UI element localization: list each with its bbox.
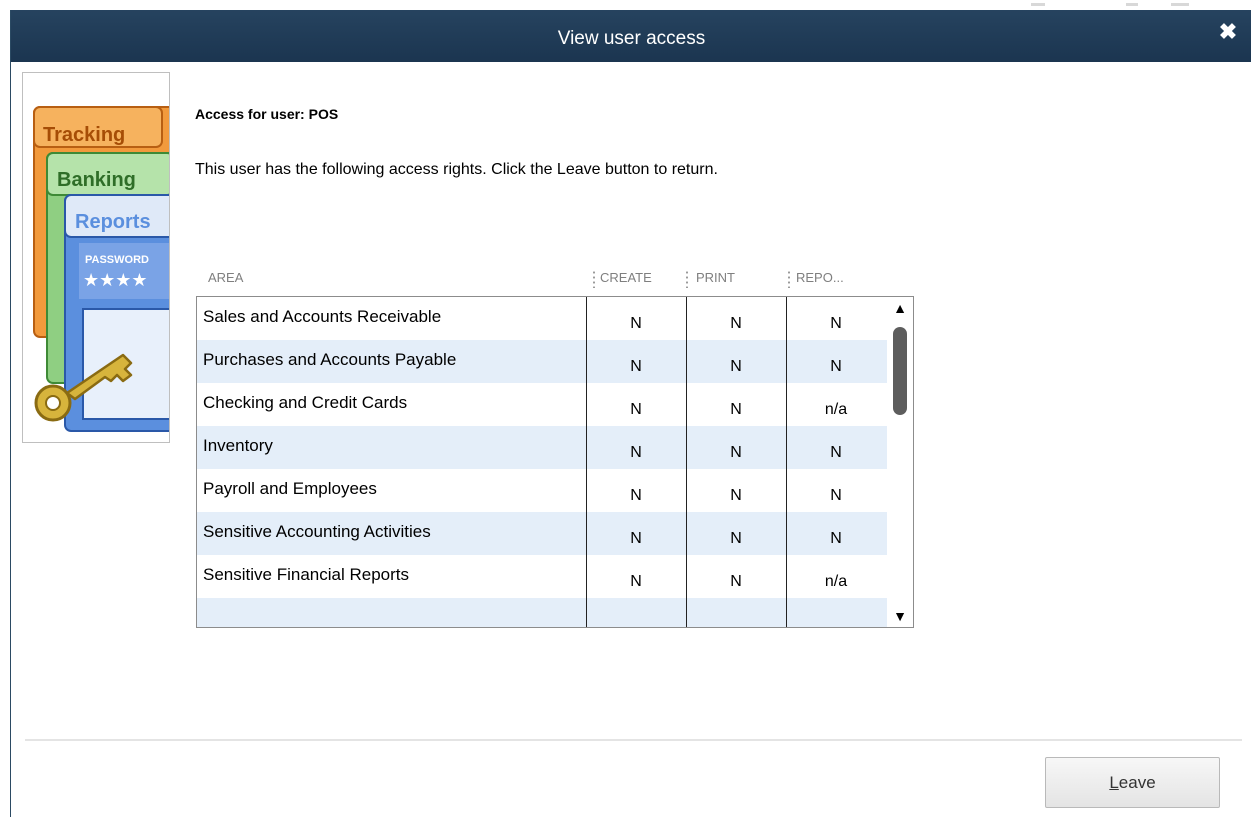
background-mark xyxy=(1031,3,1045,6)
background-window-controls xyxy=(1031,0,1231,10)
leave-mnemonic: L xyxy=(1109,773,1119,792)
print-cell: N xyxy=(730,530,742,547)
table-row-empty[interactable] xyxy=(197,598,887,627)
column-header-area[interactable]: AREA xyxy=(208,260,243,296)
table-row[interactable]: Checking and Credit Cards N N n/a xyxy=(197,383,887,426)
print-cell: N xyxy=(730,573,742,590)
password-label: PASSWORD xyxy=(85,254,149,266)
grid-header: AREA CREATE PRINT REPO... xyxy=(196,260,886,296)
column-divider xyxy=(586,297,587,627)
reports-cell: N xyxy=(830,487,842,504)
grid-scrollbar[interactable]: ▲ ▼ xyxy=(887,297,913,627)
column-header-print[interactable]: PRINT xyxy=(696,260,735,296)
reports-cell: N xyxy=(830,315,842,332)
print-cell: N xyxy=(730,401,742,418)
area-cell: Sensitive Financial Reports xyxy=(203,565,409,584)
area-cell: Payroll and Employees xyxy=(203,479,377,498)
access-description: This user has the following access right… xyxy=(195,161,718,178)
area-cell: Purchases and Accounts Payable xyxy=(203,350,457,369)
table-row[interactable]: Inventory N N N xyxy=(197,426,887,469)
reports-tab-label: Reports xyxy=(75,211,151,233)
print-cell: N xyxy=(730,315,742,332)
column-separator[interactable] xyxy=(686,270,688,288)
illustration-graphic: Tracking Banking Reports PASSWORD ★★★★ xyxy=(33,106,169,432)
access-rights-grid: Sales and Accounts Receivable N N N Purc… xyxy=(196,296,914,628)
scroll-thumb[interactable] xyxy=(893,327,907,415)
close-icon[interactable]: ✖ xyxy=(1218,21,1238,43)
column-header-reports[interactable]: REPO... xyxy=(796,260,844,296)
leave-button[interactable]: Leave xyxy=(1045,757,1220,808)
table-row[interactable]: Sensitive Accounting Activities N N N xyxy=(197,512,887,555)
view-user-access-dialog: View user access ✖ Tracking Banking Repo… xyxy=(10,10,1251,817)
table-row[interactable]: Sales and Accounts Receivable N N N xyxy=(197,297,887,340)
area-cell: Sensitive Accounting Activities xyxy=(203,522,431,541)
area-cell: Sales and Accounts Receivable xyxy=(203,307,442,326)
column-separator[interactable] xyxy=(593,270,595,288)
background-strip xyxy=(0,0,1251,10)
print-cell: N xyxy=(730,444,742,461)
print-cell: N xyxy=(730,358,742,375)
scroll-down-arrow-icon[interactable]: ▼ xyxy=(887,605,913,627)
create-cell: N xyxy=(630,401,642,418)
column-separator[interactable] xyxy=(788,270,790,288)
table-row[interactable]: Purchases and Accounts Payable N N N xyxy=(197,340,887,383)
background-mark xyxy=(1171,3,1189,6)
create-cell: N xyxy=(630,530,642,547)
reports-cell: N xyxy=(830,444,842,461)
create-cell: N xyxy=(630,358,642,375)
reports-cell: N xyxy=(830,358,842,375)
create-cell: N xyxy=(630,487,642,504)
area-cell: Checking and Credit Cards xyxy=(203,393,408,412)
password-stars: ★★★★ xyxy=(83,270,148,291)
reports-cell: N xyxy=(830,530,842,547)
scroll-up-arrow-icon[interactable]: ▲ xyxy=(887,297,913,319)
dialog-title: View user access xyxy=(557,28,706,49)
table-row[interactable]: Payroll and Employees N N N xyxy=(197,469,887,512)
create-cell: N xyxy=(630,573,642,590)
column-divider xyxy=(686,297,687,627)
leave-label: eave xyxy=(1118,773,1156,792)
print-cell: N xyxy=(730,487,742,504)
banking-tab-label: Banking xyxy=(57,169,136,191)
reports-cell: n/a xyxy=(824,401,848,418)
create-cell: N xyxy=(630,444,642,461)
footer-divider xyxy=(25,739,1242,741)
column-divider xyxy=(786,297,787,627)
tracking-tab-label: Tracking xyxy=(43,124,125,146)
access-for-user-heading: Access for user: POS xyxy=(195,106,339,122)
area-cell: Inventory xyxy=(203,436,273,455)
column-header-create[interactable]: CREATE xyxy=(600,260,652,296)
reports-cell: n/a xyxy=(824,573,848,590)
user-access-illustration: Tracking Banking Reports PASSWORD ★★★★ xyxy=(22,72,170,443)
title-bar: View user access ✖ xyxy=(11,10,1251,62)
table-row[interactable]: Sensitive Financial Reports N N n/a xyxy=(197,555,887,598)
background-mark xyxy=(1126,3,1138,6)
create-cell: N xyxy=(630,315,642,332)
